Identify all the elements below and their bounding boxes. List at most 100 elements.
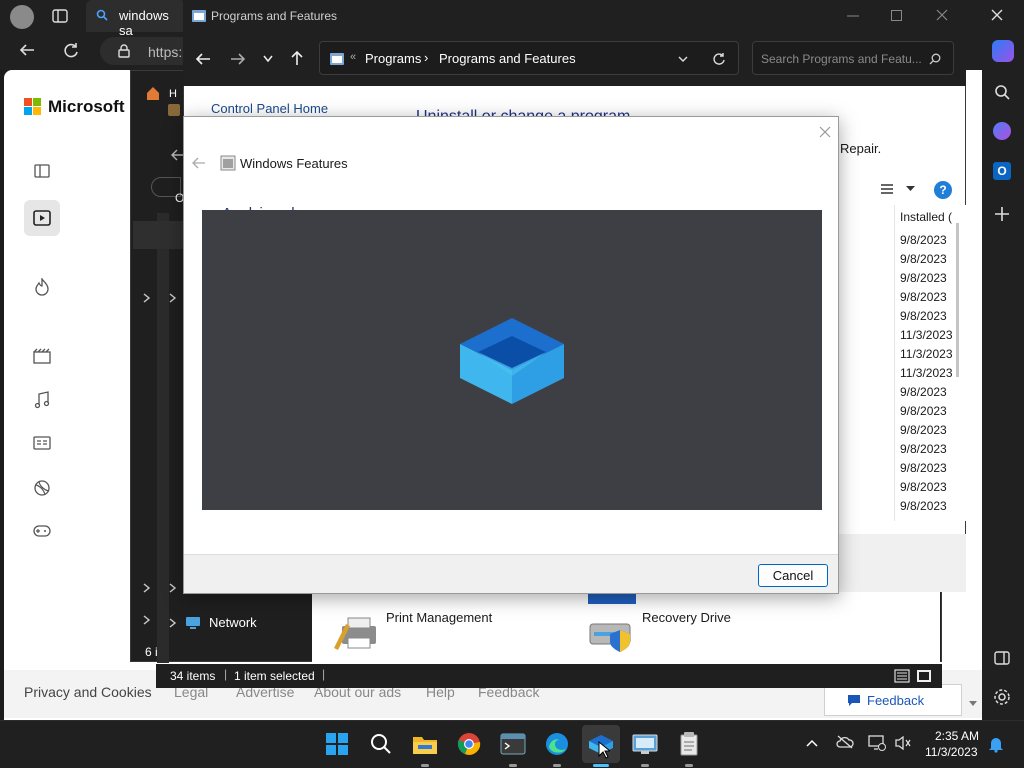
feedback-icon [848, 695, 860, 706]
footer-link-privacy[interactable]: Privacy and Cookies [24, 684, 152, 700]
repair-text: Repair. [840, 141, 882, 156]
tiles-view-icon[interactable] [916, 669, 932, 683]
notepad-icon[interactable] [670, 725, 708, 763]
network-status-icon[interactable] [868, 735, 886, 751]
installed-date-cell[interactable]: 11/3/2023 [900, 364, 954, 383]
search-icon[interactable] [994, 84, 1010, 100]
shopping-icon[interactable] [993, 122, 1011, 140]
installed-date-cell[interactable]: 9/8/2023 [900, 440, 954, 459]
item-print-management[interactable]: Print Management [332, 608, 492, 654]
outlook-icon[interactable]: O [993, 162, 1011, 180]
sidebar-toggle-icon[interactable] [34, 164, 50, 178]
programs-window-icon [191, 9, 207, 23]
windows-features-icon [220, 155, 236, 171]
profile-avatar[interactable] [10, 5, 34, 29]
address-dropdown-icon[interactable] [678, 56, 688, 63]
installed-date-cell[interactable]: 9/8/2023 [900, 250, 954, 269]
taskbar: 2:35 AM 11/3/2023 [0, 720, 1024, 768]
address-bar[interactable]: https: [100, 37, 190, 65]
close-icon[interactable] [819, 126, 831, 138]
installed-date-cell[interactable]: 9/8/2023 [900, 231, 954, 250]
add-icon[interactable] [994, 206, 1010, 222]
programs-nav-bar: « Programs › Programs and Features Searc… [183, 32, 966, 86]
browser-tab[interactable]: windows sa [86, 0, 186, 38]
item-recovery-drive[interactable]: Recovery Drive [588, 608, 731, 654]
back-arrow-icon[interactable] [18, 42, 36, 58]
expand-chevron-icon[interactable] [143, 615, 151, 625]
control-panel-home-link[interactable]: Control Panel Home [211, 101, 328, 116]
search-icon[interactable] [362, 725, 400, 763]
forward-arrow-icon[interactable] [230, 52, 246, 66]
active-indicator [593, 764, 609, 767]
chrome-icon[interactable] [450, 725, 488, 763]
view-dropdown-icon[interactable] [906, 186, 915, 192]
up-arrow-icon[interactable] [291, 50, 303, 66]
nav-item-network[interactable]: Network [169, 615, 257, 630]
help-icon[interactable]: ? [934, 181, 952, 199]
installed-date-cell[interactable]: 9/8/2023 [900, 307, 954, 326]
home-icon[interactable] [145, 85, 161, 101]
edge-sidebar: O [982, 40, 1024, 720]
view-options-icon[interactable] [880, 183, 894, 195]
copilot-icon[interactable] [992, 40, 1014, 62]
sidebar-layout-icon[interactable] [994, 650, 1010, 666]
breadcrumb-programs-features[interactable]: Programs and Features [439, 51, 576, 66]
remote-desktop-icon[interactable] [626, 725, 664, 763]
movies-icon[interactable] [33, 348, 51, 364]
breadcrumb[interactable]: « Programs › Programs and Features [319, 41, 739, 75]
installed-date-cell[interactable]: 9/8/2023 [900, 459, 954, 478]
trending-icon[interactable] [34, 278, 50, 296]
back-arrow-icon[interactable] [195, 52, 211, 66]
close-icon[interactable] [936, 9, 948, 21]
installed-date-cell[interactable]: 9/8/2023 [900, 269, 954, 288]
cancel-button[interactable]: Cancel [758, 564, 828, 587]
start-icon[interactable] [318, 725, 356, 763]
close-icon[interactable] [990, 8, 1004, 22]
expand-chevron-icon[interactable] [169, 583, 177, 593]
onedrive-icon[interactable] [836, 735, 854, 749]
refresh-icon[interactable] [62, 42, 80, 60]
running-indicator [685, 764, 693, 767]
list-scrollbar[interactable] [956, 223, 959, 377]
edge-icon[interactable] [538, 725, 576, 763]
back-arrow-icon[interactable] [192, 157, 206, 169]
chevron-up-icon[interactable] [806, 739, 818, 747]
tab-actions-icon[interactable] [52, 8, 68, 24]
notification-bell-icon[interactable] [988, 735, 1004, 753]
recent-locations-icon[interactable] [263, 55, 273, 63]
breadcrumb-overflow[interactable]: « [350, 51, 356, 63]
minimize-icon[interactable] [847, 11, 859, 21]
clock-date[interactable]: 11/3/2023 [925, 745, 978, 759]
video-icon[interactable] [24, 200, 60, 236]
clock-time[interactable]: 2:35 AM [935, 729, 979, 743]
installed-date-cell[interactable]: 9/8/2023 [900, 497, 954, 516]
volume-muted-icon[interactable] [894, 735, 912, 751]
settings-icon[interactable] [993, 688, 1011, 706]
expand-chevron-icon[interactable] [143, 293, 151, 303]
scroll-down-icon[interactable] [968, 700, 978, 708]
installed-date-cell[interactable]: 9/8/2023 [900, 478, 954, 497]
maximize-icon[interactable] [891, 10, 903, 22]
nav-item-selected[interactable] [133, 221, 183, 249]
expand-chevron-icon[interactable] [169, 293, 177, 303]
news-icon[interactable] [33, 436, 51, 450]
terminal-icon[interactable] [494, 725, 532, 763]
sports-icon[interactable] [34, 480, 50, 496]
installed-date-cell[interactable]: 9/8/2023 [900, 402, 954, 421]
installed-date-cell[interactable]: 9/8/2023 [900, 383, 954, 402]
installed-date-cell[interactable]: 11/3/2023 [900, 326, 954, 345]
installed-date-cell[interactable]: 9/8/2023 [900, 288, 954, 307]
refresh-icon[interactable] [712, 52, 726, 66]
installed-date-cell[interactable]: 11/3/2023 [900, 345, 954, 364]
feedback-button[interactable]: Feedback [824, 684, 962, 716]
details-view-icon[interactable] [894, 669, 910, 683]
music-icon[interactable] [34, 391, 50, 409]
file-explorer-icon[interactable] [406, 725, 444, 763]
column-header-installed[interactable]: Installed ( [900, 210, 954, 224]
installed-date-cell[interactable]: 9/8/2023 [900, 421, 954, 440]
breadcrumb-programs[interactable]: Programs [365, 51, 421, 66]
search-input[interactable]: Search Programs and Featu... [752, 41, 954, 75]
installed-date-column: 9/8/2023 9/8/2023 9/8/2023 9/8/2023 9/8/2023… [900, 231, 954, 516]
expand-chevron-icon[interactable] [143, 583, 151, 593]
gaming-icon[interactable] [33, 524, 51, 538]
